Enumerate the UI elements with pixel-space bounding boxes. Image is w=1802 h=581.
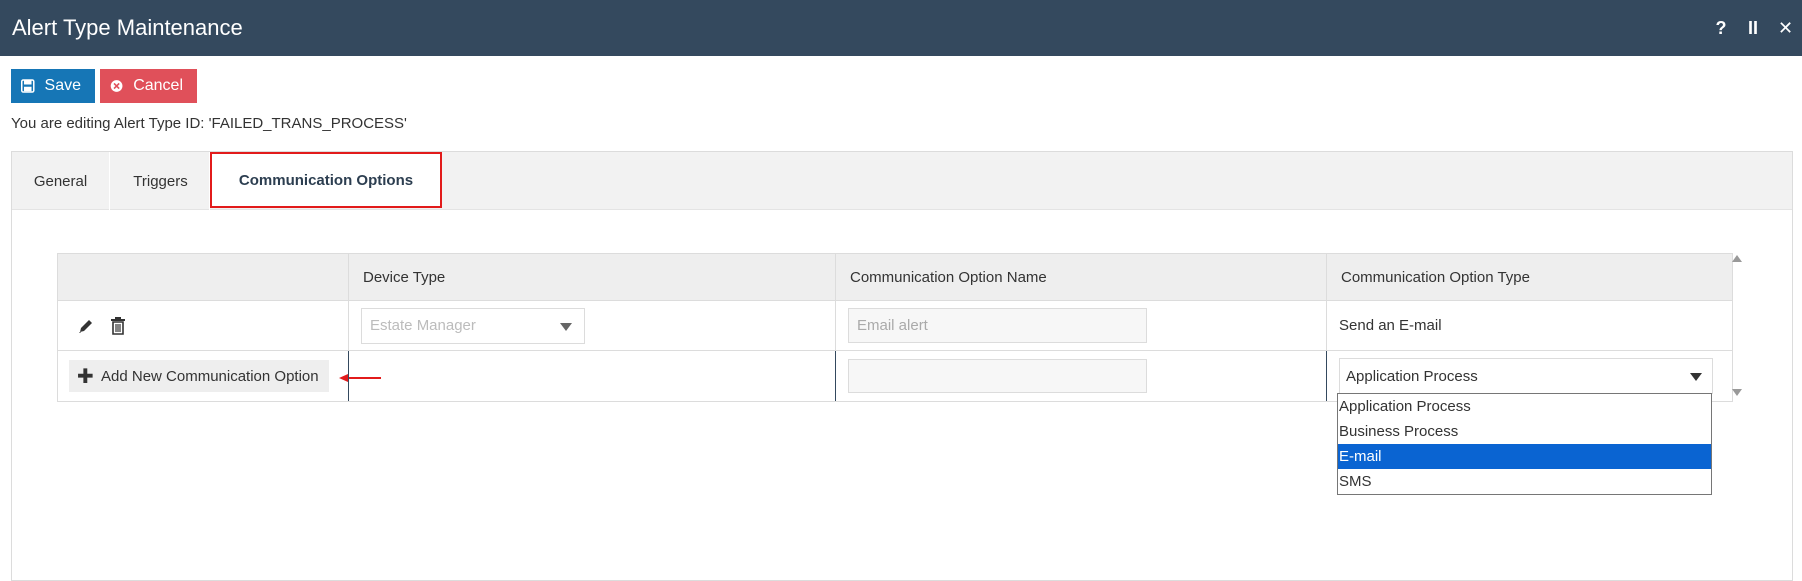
- toolbar: Save Cancel: [11, 69, 197, 103]
- tab-general[interactable]: General: [12, 152, 110, 210]
- header-option-type: Communication Option Type: [1326, 254, 1732, 300]
- scroll-down-icon[interactable]: [1732, 389, 1742, 396]
- option-type-cell: Send an E-mail: [1326, 301, 1732, 350]
- plus-icon: ✚: [77, 365, 94, 388]
- new-device-type-cell: [348, 351, 835, 401]
- floppy-disk-icon: [21, 79, 35, 93]
- cancel-button[interactable]: Cancel: [100, 69, 197, 103]
- chevron-down-icon: [1690, 373, 1702, 381]
- tab-triggers[interactable]: Triggers: [112, 152, 210, 210]
- dropdown-option-application-process[interactable]: Application Process: [1338, 394, 1711, 419]
- tab-panel: General Triggers Communication Options D…: [11, 151, 1793, 581]
- header-actions: [58, 254, 348, 300]
- grid-header-row: Device Type Communication Option Name Co…: [58, 254, 1732, 301]
- option-type-selected: Application Process: [1346, 367, 1478, 385]
- save-button-label: Save: [44, 77, 81, 94]
- device-type-cell: Estate Manager: [348, 301, 835, 350]
- dropdown-option-sms[interactable]: SMS: [1338, 469, 1711, 494]
- window-titlebar: Alert Type Maintenance ? II ✕: [0, 0, 1802, 56]
- tab-bar: General Triggers Communication Options: [12, 152, 1792, 210]
- cancel-circle-icon: [110, 80, 123, 92]
- new-option-name-input[interactable]: [848, 359, 1147, 393]
- row-actions: [58, 301, 348, 350]
- pause-icon[interactable]: II: [1746, 18, 1760, 39]
- dropdown-option-email[interactable]: E-mail: [1338, 444, 1711, 469]
- option-type-dropdown-list: Application Process Business Process E-m…: [1337, 393, 1712, 495]
- new-row-actions: ✚ Add New Communication Option: [58, 351, 381, 401]
- device-type-value: Estate Manager: [370, 317, 476, 334]
- pencil-icon[interactable]: [76, 316, 96, 336]
- option-type-select[interactable]: Application Process: [1339, 358, 1713, 394]
- trash-icon[interactable]: [108, 316, 128, 336]
- header-option-name: Communication Option Name: [835, 254, 1326, 300]
- edit-info-text: You are editing Alert Type ID: 'FAILED_T…: [11, 115, 407, 132]
- dropdown-option-business-process[interactable]: Business Process: [1338, 419, 1711, 444]
- cancel-button-label: Cancel: [133, 77, 183, 94]
- help-icon[interactable]: ?: [1714, 18, 1728, 39]
- window-controls: ? II ✕: [1714, 0, 1794, 56]
- header-device-type: Device Type: [348, 254, 835, 300]
- option-name-cell: Email alert: [835, 301, 1326, 350]
- save-button[interactable]: Save: [11, 69, 95, 103]
- communication-options-grid: Device Type Communication Option Name Co…: [57, 253, 1733, 402]
- table-row: Estate Manager Email alert Send an E-mai…: [58, 301, 1732, 351]
- add-new-communication-option-button[interactable]: ✚ Add New Communication Option: [69, 360, 329, 392]
- option-name-field: Email alert: [848, 308, 1147, 343]
- tab-communication-options[interactable]: Communication Options: [210, 152, 442, 208]
- chevron-down-icon: [560, 322, 572, 331]
- add-button-label: Add New Communication Option: [101, 367, 319, 385]
- window-title: Alert Type Maintenance: [12, 15, 243, 40]
- option-type-value: Send an E-mail: [1339, 317, 1442, 334]
- device-type-select: Estate Manager: [361, 307, 585, 344]
- close-icon[interactable]: ✕: [1778, 18, 1793, 39]
- new-option-name-cell: [835, 351, 1326, 401]
- scroll-up-icon[interactable]: [1732, 255, 1742, 262]
